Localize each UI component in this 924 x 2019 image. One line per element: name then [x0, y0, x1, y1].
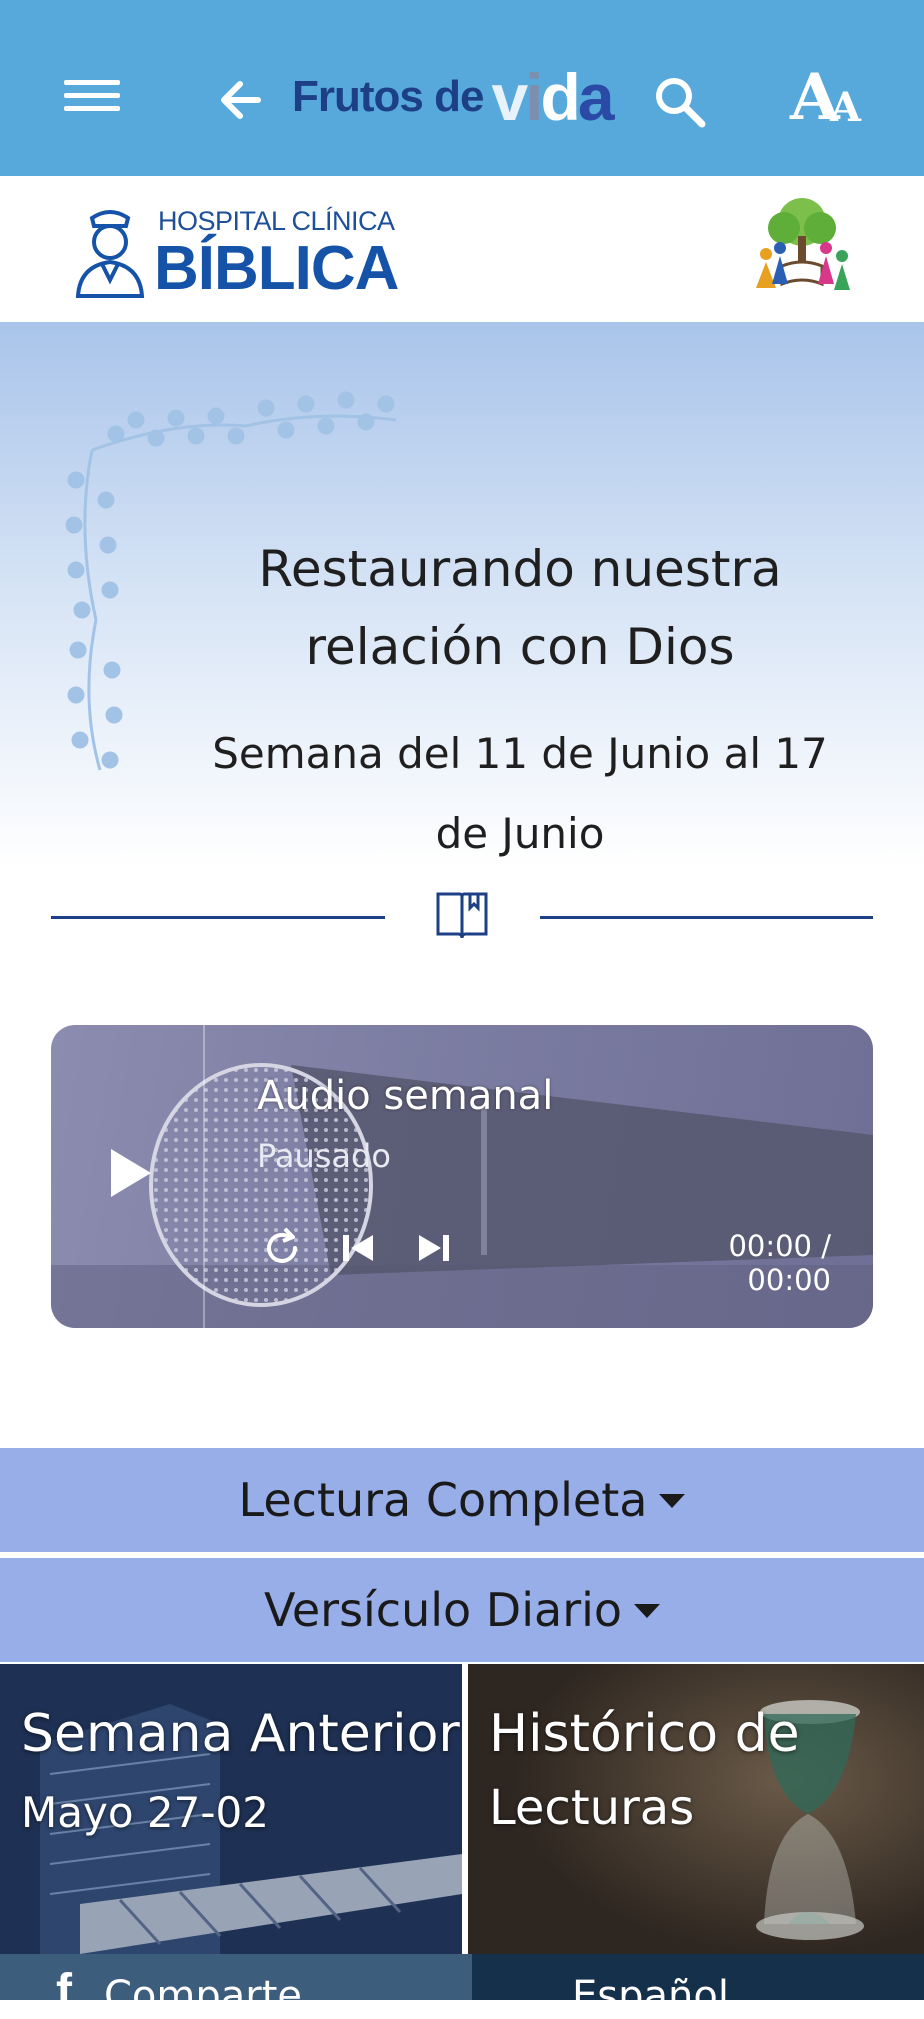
app-logo: Frutos de vida	[292, 62, 632, 132]
logo-prefix: Frutos de	[292, 72, 484, 121]
tile-historico-lecturas[interactable]: Histórico de Lecturas	[468, 1664, 924, 1954]
tile-title: Semana Anterior	[21, 1704, 460, 1764]
replay-icon[interactable]	[259, 1225, 305, 1271]
share-label: Comparte	[104, 1973, 303, 2019]
search-icon[interactable]	[652, 74, 708, 130]
hospital-name-line2: BÍBLICA	[154, 234, 399, 303]
skip-next-icon[interactable]	[411, 1225, 457, 1271]
accordion-versiculo-diario[interactable]: Versículo Diario	[0, 1558, 924, 1662]
logo-word: vida	[491, 64, 614, 130]
tile-title: Histórico de	[489, 1704, 800, 1764]
accordion-lectura-completa[interactable]: Lectura Completa	[0, 1448, 924, 1552]
font-size-icon[interactable]: A A	[790, 66, 870, 136]
bottom-bar: f Comparte Español	[0, 1954, 924, 2016]
caret-down-icon	[634, 1603, 661, 1618]
tile-semana-anterior[interactable]: Semana Anterior Mayo 27-02	[0, 1664, 462, 1954]
accordion-label: Lectura Completa	[238, 1473, 648, 1527]
tile-subtitle: Lecturas	[489, 1780, 695, 1836]
app-bar: Frutos de vida A A	[0, 0, 924, 176]
divider-line-right	[540, 916, 873, 919]
share-button[interactable]: f Comparte	[0, 1954, 472, 2016]
audio-time: 00:00 / 00:00	[728, 1229, 831, 1297]
audio-title: Audio semanal	[257, 1073, 554, 1119]
back-arrow-icon[interactable]	[214, 72, 270, 128]
logo-letter: v	[491, 60, 528, 134]
nurse-icon	[75, 210, 145, 298]
facebook-icon: f	[56, 1965, 72, 2018]
font-size-small-letter: A	[830, 84, 862, 131]
play-icon[interactable]	[105, 1145, 155, 1201]
language-label: Español	[572, 1973, 729, 2019]
sponsor-bar: HOSPITAL CLÍNICA BÍBLICA	[0, 176, 924, 324]
open-book-icon	[436, 892, 488, 939]
divider-line-left	[51, 916, 385, 919]
tile-subtitle: Mayo 27-02	[21, 1788, 269, 1837]
menu-icon[interactable]	[64, 80, 120, 111]
hospital-name-line1: HOSPITAL CLÍNICA	[158, 206, 395, 236]
church-tree-logo[interactable]	[742, 192, 862, 304]
language-button[interactable]: Español	[472, 1954, 924, 2016]
player-divider	[203, 1025, 205, 1328]
week-range: Semana del 11 de Junio al 17 de Junio	[212, 729, 828, 858]
skip-previous-icon[interactable]	[335, 1225, 381, 1271]
audio-player-card: Audio semanal Pausado 00:00 / 00:00	[51, 1025, 873, 1328]
audio-status: Pausado	[257, 1137, 391, 1175]
logo-letter: i	[525, 60, 543, 134]
hospital-logo[interactable]: HOSPITAL CLÍNICA BÍBLICA	[68, 198, 428, 308]
page-title: Restaurando nuestra relación con Dios	[258, 540, 782, 676]
accordion-label: Versículo Diario	[263, 1583, 623, 1637]
logo-letter: a	[577, 60, 615, 134]
caret-down-icon	[659, 1493, 686, 1508]
logo-letter: d	[540, 60, 581, 134]
